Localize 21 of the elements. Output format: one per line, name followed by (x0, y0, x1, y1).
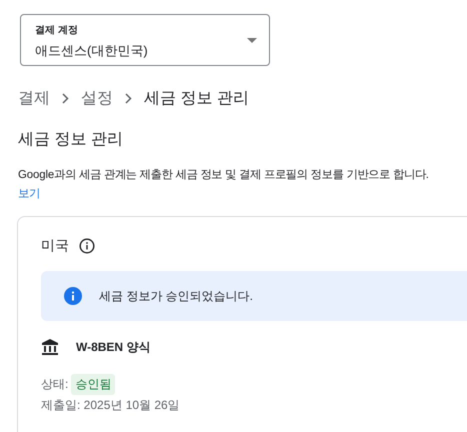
page-title: 세금 정보 관리 (18, 130, 124, 150)
status-label: 상태: (41, 376, 68, 393)
chevron-icon (62, 93, 69, 104)
notice-text: 세금 정보가 승인되었습니다. (99, 288, 254, 304)
breadcrumb-item[interactable]: 결제 (18, 88, 50, 109)
select-label: 결제 계정 (35, 24, 79, 37)
caret-icon (247, 38, 257, 43)
description-text: Google과의 세금 관계는 제출한 세금 정보 및 결제 프로필의 정보를 기반으로 합니다. 보기 (18, 168, 430, 202)
country-name: 미국 (41, 237, 69, 255)
info-icon[interactable] (79, 238, 95, 254)
select-value: 애드센스(대한민국) (35, 42, 149, 60)
chevron-icon (125, 93, 132, 104)
info-icon (64, 287, 82, 305)
bank-icon (41, 338, 59, 356)
submitted-date: 제출일: 2025년 10월 26일 (41, 397, 181, 414)
view-link[interactable]: 보기 (18, 188, 40, 200)
form-name: W-8BEN 양식 (76, 338, 150, 356)
status-chip: 승인됨 (71, 374, 116, 395)
breadcrumb-item[interactable]: 설정 (81, 88, 113, 109)
breadcrumb-item: 세금 정보 관리 (144, 89, 249, 109)
account-select[interactable]: 결제 계정 애드센스(대한민국) (20, 14, 270, 66)
